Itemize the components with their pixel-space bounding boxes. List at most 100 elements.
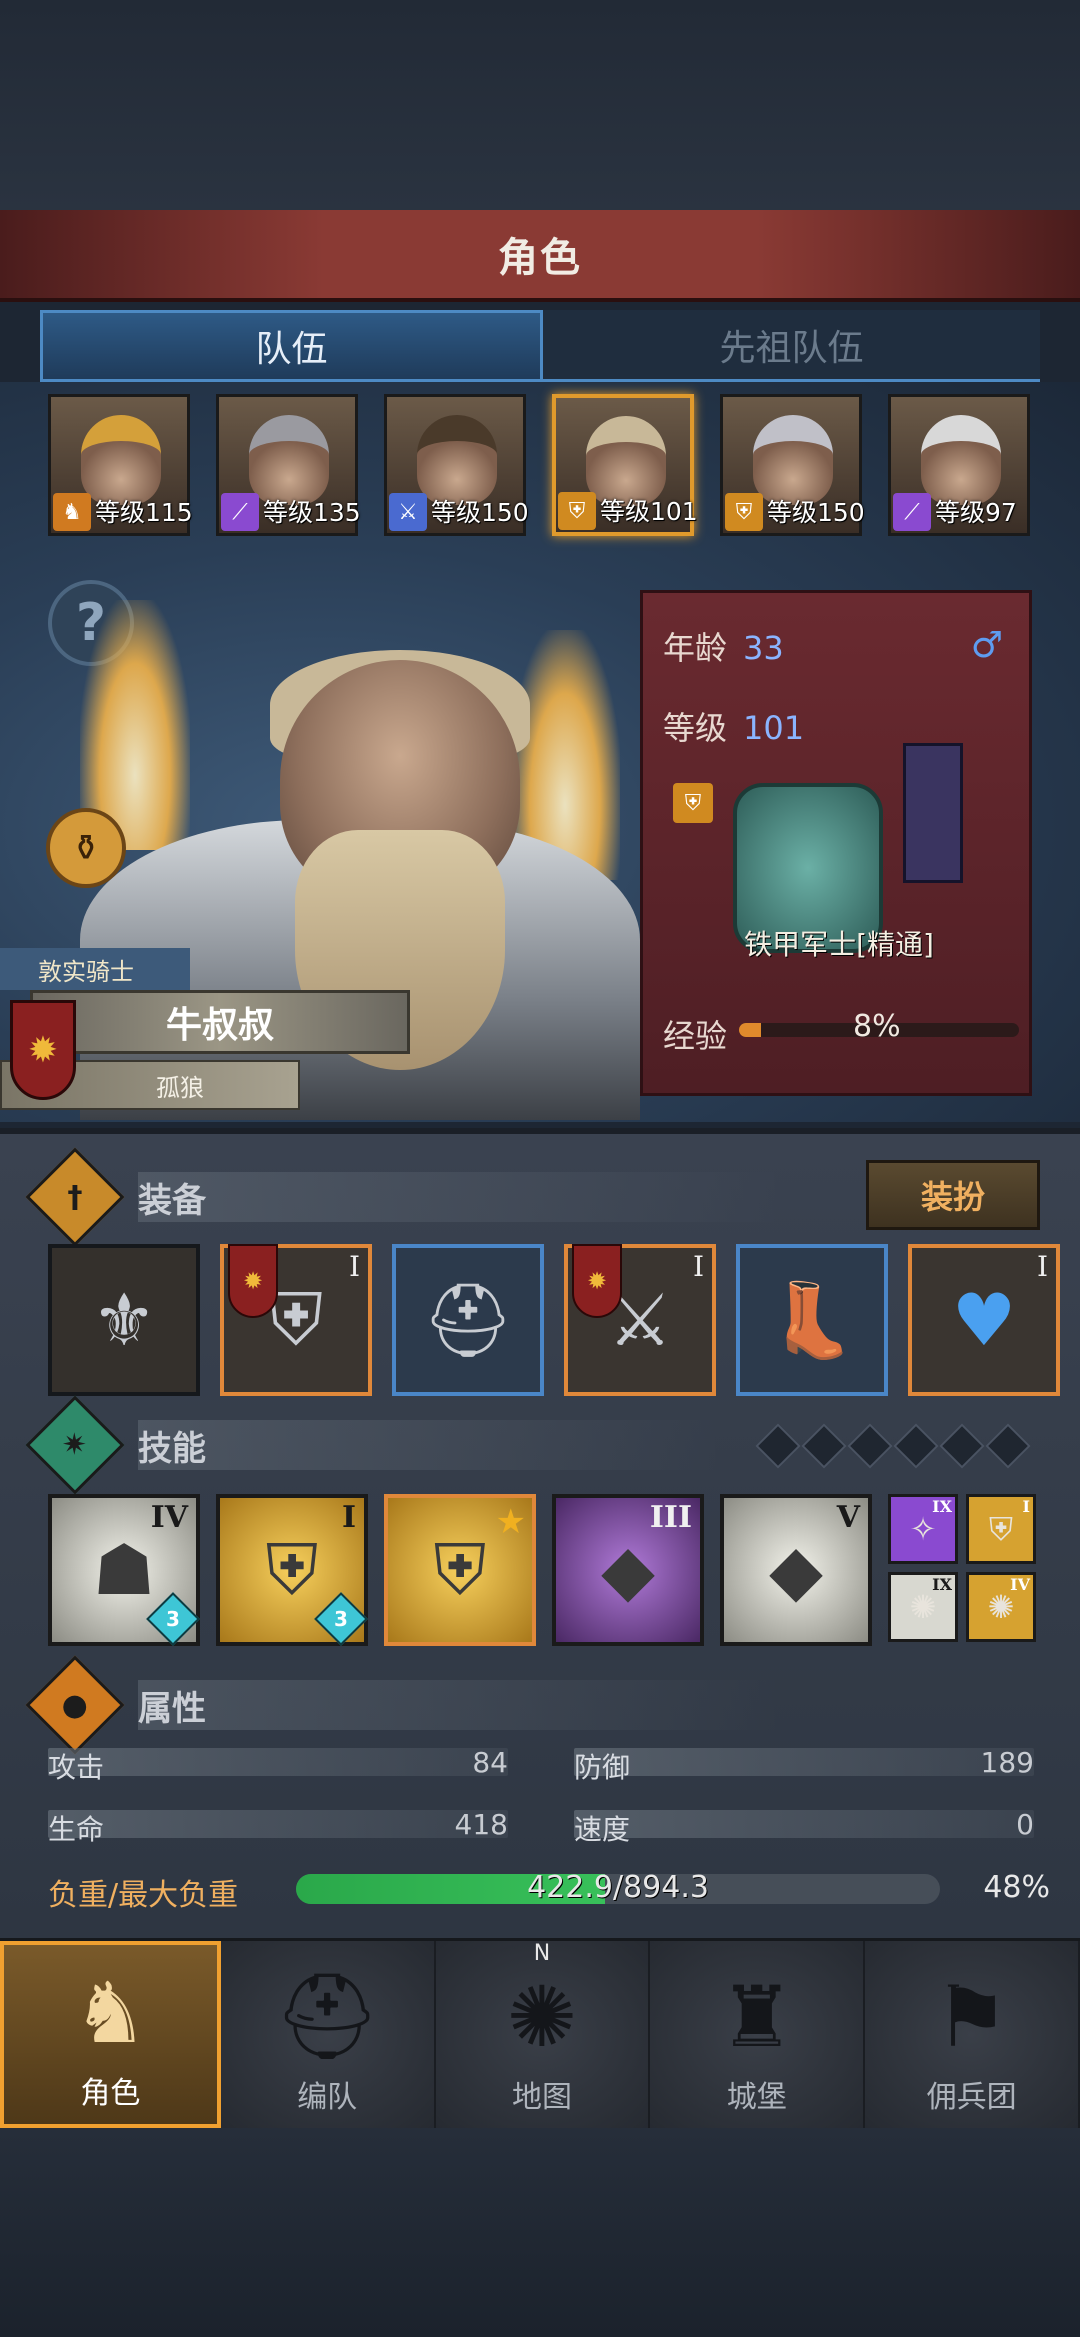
load-label: 负重/最大负重 [48,1878,239,1913]
sun-crest-icon: ✹ [10,1000,76,1100]
equipment-rank: I [692,1250,704,1283]
equipment-header: † 装备 [25,1147,780,1247]
nav-banner[interactable]: ⚑ 佣兵团 [865,1941,1080,2128]
hero-roster: ♞ 等级115 ⟋ 等级135 ⚔ 等级150 ⛨ 等级101 ⛨ 等级150 ⟋ 等级97 [48,394,1038,540]
attack-label: 攻击 [48,1751,105,1784]
skill-icon: ◆ [769,1529,823,1611]
skill-slot[interactable]: ⛨ I 3 [216,1494,368,1646]
dress-up-button[interactable]: 装扮 [866,1160,1040,1230]
potion-icon[interactable]: ⚱ [46,808,126,888]
shield-icon: ⛨ [558,492,596,530]
sword-icon: ⚔ [389,493,427,531]
passive-skill-slot[interactable]: ✺ IV [966,1572,1036,1642]
speed-label: 速度 [574,1813,631,1846]
team-tabs: 队伍 先祖队伍 [40,310,1040,382]
hero-level: 等级135 [263,498,361,527]
hero-face [81,415,161,505]
load-percent: 48% [983,1870,1050,1905]
skill-rank: III [649,1500,692,1535]
nav-label: 角色 [80,2076,141,2111]
skill-icon: ☗ [92,1529,156,1611]
skill-slot[interactable]: ⛨ ★ [384,1494,536,1646]
horse-icon: ♞ [53,493,91,531]
compass-north-label: N [533,1941,551,1966]
hero-portrait[interactable]: ♞ 等级115 [48,394,193,536]
passive-skill-slot[interactable]: ✺ IX [888,1572,958,1642]
unit-class-icon: ⛨ [673,783,713,823]
hero-portrait[interactable]: ⚔ 等级150 [384,394,529,536]
skill-slot[interactable]: ☗ IV 3 [48,1494,200,1646]
star-icon: ★ [495,1502,526,1542]
passive-skill-rank: IX [932,1575,952,1594]
status-area [0,0,1080,210]
bottom-area [0,2128,1080,2337]
hero-face [417,415,497,505]
attributes-title: 属性 [138,1680,780,1730]
hero-level: 等级150 [431,498,529,527]
character-name-plate[interactable]: 牛叔叔 [30,990,410,1054]
bottom-nav: ♞ 角色 ⛑ 编队 N ✺ 地图 ♜ 城堡 ⚑ 佣兵团 [0,1938,1080,2128]
character-name: 牛叔叔 [165,1005,274,1046]
nav-knight[interactable]: ♞ 角色 [0,1941,221,2128]
nav-label: 编队 [297,2080,358,2115]
amulet-item[interactable]: ♥ I [908,1244,1060,1396]
hero-portrait[interactable]: ⟋ 等级135 [216,394,361,536]
nav-helmet[interactable]: ⛑ 编队 [220,1941,436,2128]
page-title: 角色 [498,235,582,281]
passive-skill-slot[interactable]: ✧ IX [888,1494,958,1564]
hero-face [249,415,329,505]
shield-item[interactable]: ⛨ ✹ I [220,1244,372,1396]
passive-skill-rank: I [1022,1497,1030,1516]
male-icon: ♂ [970,625,1003,666]
passive-skill-slot[interactable]: ⛨ I [966,1494,1036,1564]
nav-label: 佣兵团 [926,2080,1017,2115]
banner-item[interactable]: ⚜ [48,1244,200,1396]
skill-icon: ⛨ [433,1528,487,1611]
skills-title: 技能 [138,1420,720,1470]
tab-team[interactable]: 队伍 [40,310,543,382]
attack-value: 84 [472,1746,508,1779]
knight-icon: ♞ [72,1964,149,2062]
skill-rank: V [836,1500,860,1535]
helmet-item[interactable]: ⛑ [392,1244,544,1396]
hero-face [921,415,1001,505]
sword-icon: † [25,1147,125,1247]
hero-portrait[interactable]: ⛨ 等级101 [552,394,698,536]
boots-item[interactable]: 👢 [736,1244,888,1396]
header-banner: 角色 [0,210,1080,302]
defense-label: 防御 [574,1751,631,1784]
skills-row: ☗ IV 3 ⛨ I 3 ⛨ ★ ◆ III ◆ V ✧ IX ⛨ I ✺ IX ✺ IV [48,1494,1036,1646]
character-title-tag: 敦实骑士 [0,948,190,990]
staff-icon: ⟋ [893,493,931,531]
nav-castle[interactable]: ♜ 城堡 [650,1941,866,2128]
character-info-card: 年龄 33 ♂ 等级 101 ⛨ 铁甲军士[精通] 经验 8% [640,590,1032,1096]
hero-face [753,415,833,505]
speed-value: 0 [1016,1808,1034,1841]
hero-portrait[interactable]: ⛨ 等级150 [720,394,865,536]
skill-level: 3 [166,1606,180,1631]
skill-rank: IV [150,1500,188,1535]
character-trait: 孤狼 [156,1073,204,1102]
equipment-row: ⚜ ⛨ ✹ I ⛑ ⚔ ✹ I 👢 ♥ I [48,1244,1060,1396]
tab-ancestor-team[interactable]: 先祖队伍 [543,310,1040,382]
armor-item[interactable]: ⚔ ✹ I [564,1244,716,1396]
amulet-icon: ♥ [951,1278,1017,1362]
equipment-title: 装备 [138,1172,780,1222]
nav-label: 地图 [511,2080,572,2115]
sun-crest-icon: ✹ [228,1244,278,1318]
skills-header: ✷ 技能 [25,1395,720,1495]
skill-slot[interactable]: ◆ V [720,1494,872,1646]
skill-slot[interactable]: ◆ III [552,1494,704,1646]
hero-level: 等级115 [95,498,193,527]
nav-compass[interactable]: N ✺ 地图 [435,1941,651,2128]
skill-level: 3 [334,1606,348,1631]
character-title: 敦实骑士 [38,957,134,986]
hp-label: 生命 [48,1813,105,1846]
star-burst-icon: ✷ [25,1395,125,1495]
hero-portrait[interactable]: ⟋ 等级97 [888,394,1030,536]
nav-label: 城堡 [726,2080,787,2115]
hp-value: 418 [454,1808,508,1841]
hero-level: 等级101 [600,497,698,526]
skill-level-badge: 3 [314,1592,368,1646]
attributes-header: ● 属性 [25,1655,780,1755]
